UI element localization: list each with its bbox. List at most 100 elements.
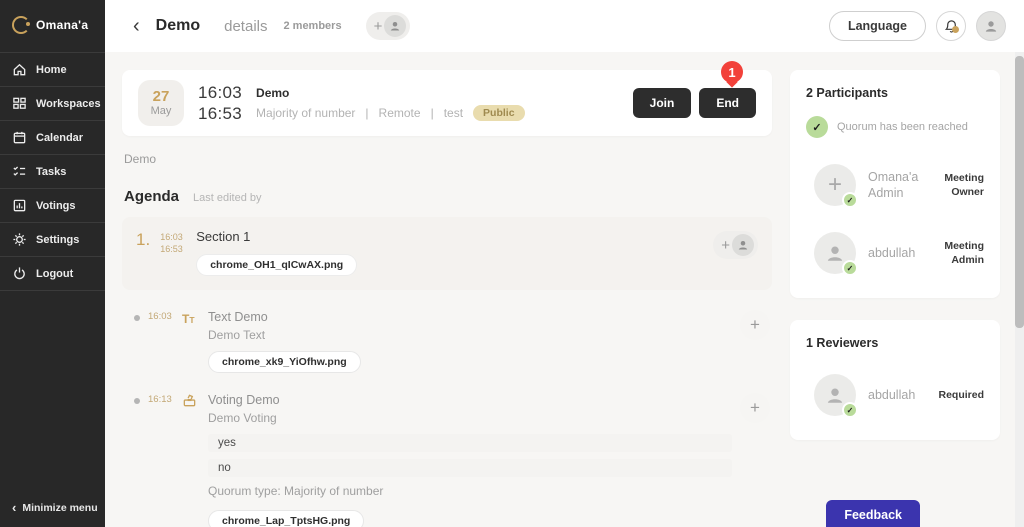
notifications-button[interactable]	[936, 11, 966, 41]
topbar: ‹ Demo details 2 members + Language	[105, 0, 1024, 52]
scrollbar-track[interactable]	[1015, 52, 1024, 527]
agenda-last-edited: Last edited by	[193, 192, 262, 204]
meeting-title: Demo	[256, 86, 619, 100]
votings-icon	[12, 198, 27, 213]
members-count: 2 members	[283, 20, 341, 32]
brand-logo-icon	[12, 16, 30, 34]
tutorial-step-badge: 1	[721, 61, 743, 83]
quorum-type-label: Quorum type: Majority of number	[208, 484, 732, 498]
avatar: + ✓	[814, 164, 856, 206]
sidebar-item-settings[interactable]: Settings	[0, 223, 105, 257]
participant-role: Meeting Owner	[930, 171, 984, 199]
reviewed-check-icon: ✓	[842, 402, 858, 418]
sidebar-item-label: Settings	[36, 234, 79, 246]
main-area: ‹ Demo details 2 members + Language	[105, 0, 1024, 527]
end-button[interactable]: End	[699, 88, 756, 118]
participant-row[interactable]: + ✓ Omana'a Admin Meeting Owner	[806, 156, 984, 214]
add-member-button[interactable]: +	[366, 12, 411, 40]
home-icon	[12, 62, 27, 77]
participant-name: abdullah	[868, 245, 915, 261]
item-time: 16:03	[148, 311, 174, 373]
agenda-item-voting[interactable]: 16:13 Voting Demo Demo Voting yes no Quo…	[122, 373, 772, 527]
member-avatar-icon	[384, 15, 406, 37]
participant-row[interactable]: ✓ abdullah Meeting Admin	[806, 224, 984, 282]
reviewer-row[interactable]: ✓ abdullah Required	[806, 366, 984, 424]
meeting-location-type: Remote	[379, 106, 421, 120]
join-button[interactable]: Join	[633, 88, 692, 118]
attended-check-icon: ✓	[842, 192, 858, 208]
sidebar-item-label: Calendar	[36, 132, 83, 144]
agenda-title: Agenda	[124, 188, 179, 205]
section-times: 16:03 16:53	[160, 231, 186, 276]
attachment-chip[interactable]: chrome_OH1_qICwAX.png	[196, 254, 357, 276]
item-title: Text Demo	[208, 310, 732, 324]
sidebar-item-votings[interactable]: Votings	[0, 189, 105, 223]
vote-option-no[interactable]: no	[208, 459, 732, 477]
brand-name: Omana'a	[36, 18, 88, 32]
item-subtitle: Demo Voting	[208, 411, 732, 425]
sidebar-item-tasks[interactable]: Tasks	[0, 155, 105, 189]
sidebar-item-workspaces[interactable]: Workspaces	[0, 87, 105, 121]
sidebar-item-logout[interactable]: Logout	[0, 257, 105, 291]
section-start-time: 16:03	[160, 231, 186, 243]
minimize-menu-button[interactable]: ‹ Minimize menu	[12, 500, 98, 515]
participant-role: Meeting Admin	[927, 239, 984, 267]
attended-check-icon: ✓	[842, 260, 858, 276]
back-icon[interactable]: ‹	[133, 16, 140, 36]
reviewer-name: abdullah	[868, 387, 926, 403]
meeting-date: 27 May	[138, 80, 184, 126]
plus-icon: +	[374, 19, 383, 34]
check-icon: ✓	[806, 116, 828, 138]
gear-icon	[12, 232, 27, 247]
sidebar: Omana'a Home Workspaces Calendar Tasks V…	[0, 0, 105, 527]
section-end-time: 16:53	[160, 243, 186, 255]
page-title: Demo	[156, 17, 200, 35]
feedback-button[interactable]: Feedback	[826, 500, 920, 527]
participants-card: 2 Participants ✓ Quorum has been reached…	[790, 70, 1000, 298]
vote-option-yes[interactable]: yes	[208, 434, 732, 452]
agenda-section-row[interactable]: 1. 16:03 16:53 Section 1 chrome_OH1_qICw…	[122, 217, 772, 290]
scrollbar-thumb[interactable]	[1015, 56, 1024, 328]
add-item-button[interactable]: +	[740, 310, 770, 340]
sidebar-item-label: Logout	[36, 268, 73, 280]
section-assign-button[interactable]: +	[713, 231, 758, 259]
item-time: 16:13	[148, 394, 174, 527]
participants-title: 2 Participants	[806, 86, 984, 100]
quorum-status-row: ✓ Quorum has been reached	[806, 116, 984, 138]
meeting-times: 16:03 16:53	[198, 82, 242, 125]
item-body: Text Demo Demo Text chrome_xk9_YiOfhw.pn…	[208, 310, 732, 373]
language-button[interactable]: Language	[829, 11, 926, 41]
sidebar-item-label: Home	[36, 64, 67, 76]
meeting-info: Demo Majority of number | Remote | test …	[256, 86, 619, 121]
meeting-month: May	[151, 105, 172, 117]
agenda-item-text[interactable]: 16:03 TT Text Demo Demo Text chrome_xk9_…	[122, 290, 772, 373]
app-root: Omana'a Home Workspaces Calendar Tasks V…	[0, 0, 1024, 527]
section-body: Section 1 chrome_OH1_qICwAX.png	[196, 229, 693, 276]
sidebar-item-label: Votings	[36, 200, 76, 212]
minimize-menu-label: Minimize menu	[22, 502, 97, 514]
attachment-chip[interactable]: chrome_xk9_YiOfhw.png	[208, 351, 361, 373]
attachment-chip[interactable]: chrome_Lap_TptsHG.png	[208, 510, 364, 527]
participant-name: Omana'a Admin	[868, 169, 918, 202]
item-subtitle: Demo Text	[208, 328, 732, 342]
add-item-button[interactable]: +	[740, 393, 770, 423]
sidebar-item-calendar[interactable]: Calendar	[0, 121, 105, 155]
sidebar-item-label: Workspaces	[36, 98, 101, 110]
plus-icon: +	[721, 238, 730, 253]
meeting-end-time: 16:53	[198, 103, 242, 124]
profile-avatar-button[interactable]	[976, 11, 1006, 41]
sidebar-nav: Home Workspaces Calendar Tasks Votings S…	[0, 52, 105, 291]
notification-dot	[952, 26, 959, 33]
tasks-icon	[12, 164, 27, 179]
meeting-card: 27 May 16:03 16:53 Demo Majority of numb…	[122, 70, 772, 136]
brand-logo: Omana'a	[0, 0, 105, 52]
item-body: Voting Demo Demo Voting yes no Quorum ty…	[208, 393, 732, 527]
tab-details[interactable]: details	[224, 18, 267, 35]
sidebar-item-home[interactable]: Home	[0, 53, 105, 87]
meeting-tag: test	[444, 106, 463, 120]
item-title: Voting Demo	[208, 393, 732, 407]
text-icon: TT	[182, 310, 200, 373]
meeting-actions: 1 Join End	[633, 88, 756, 118]
workspaces-icon	[12, 96, 27, 111]
power-icon	[12, 266, 27, 281]
